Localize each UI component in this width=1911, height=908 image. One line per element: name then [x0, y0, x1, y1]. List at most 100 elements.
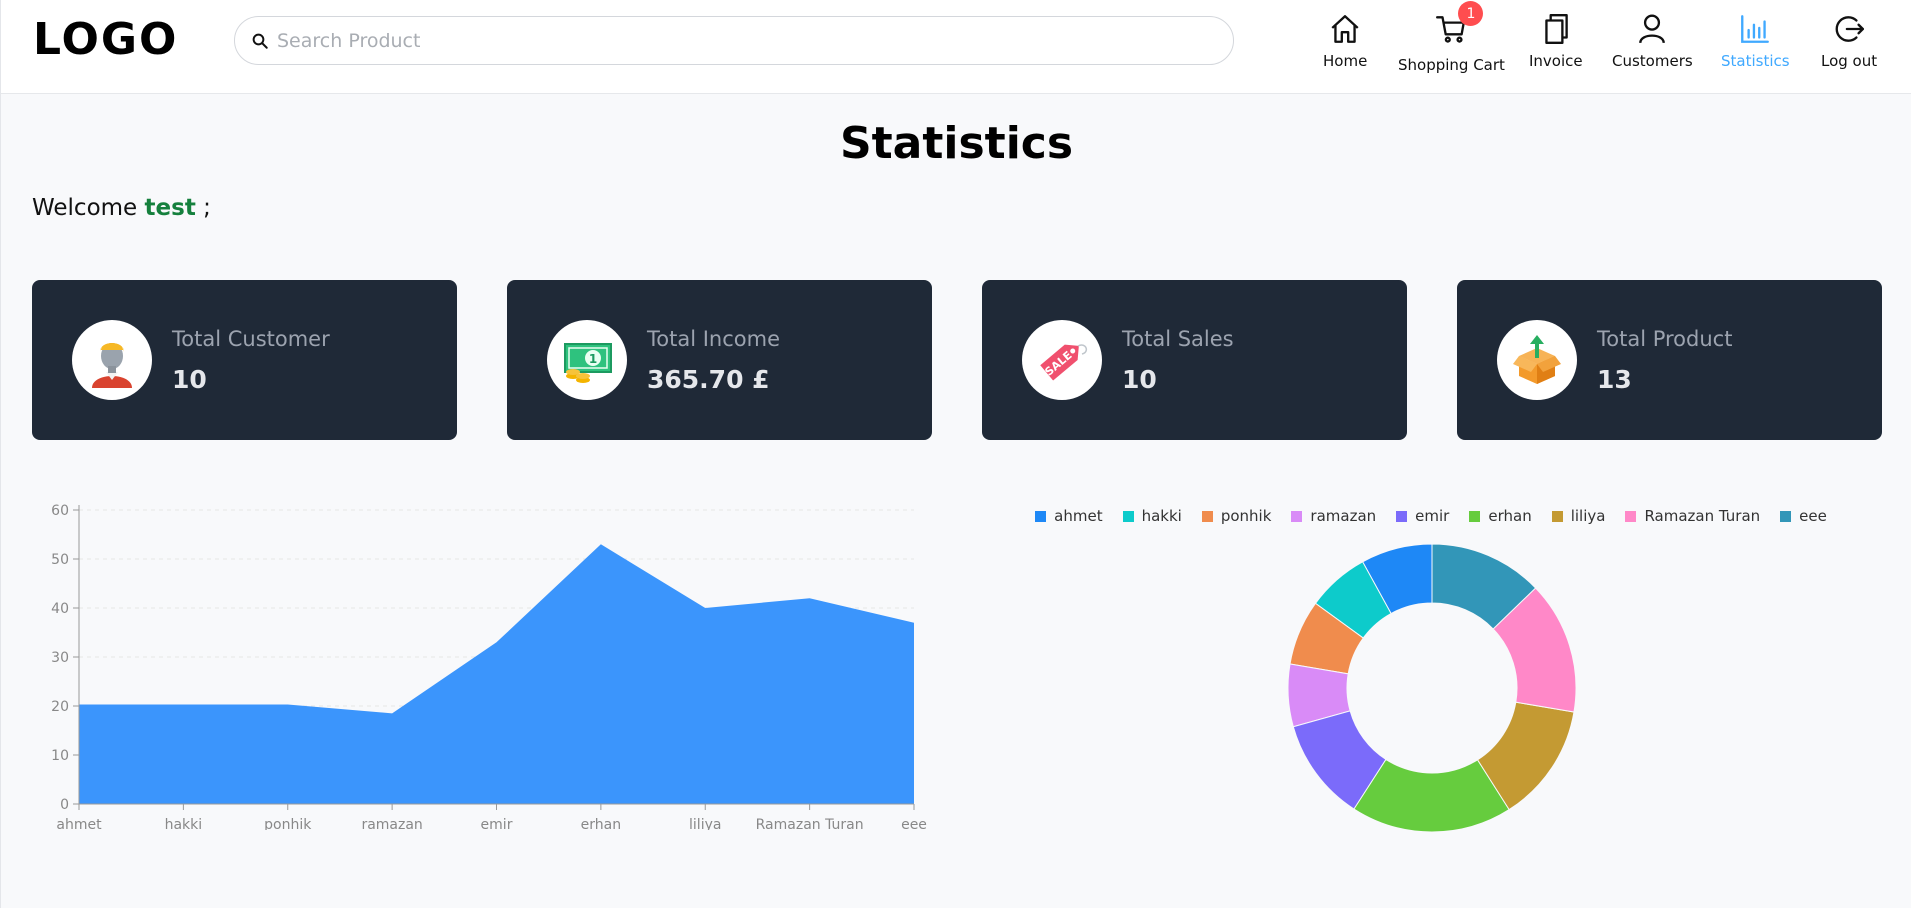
legend-item[interactable]: Ramazan Turan — [1625, 507, 1760, 525]
legend-swatch — [1625, 510, 1637, 522]
invoice-icon — [1545, 14, 1568, 44]
cart-icon-wrapper: 1 — [1434, 1, 1484, 56]
y-tick-label: 50 — [51, 552, 69, 568]
legend-swatch — [1122, 510, 1134, 522]
legend-swatch — [1396, 510, 1408, 522]
logout-icon — [1835, 16, 1865, 42]
legend-item[interactable]: eee — [1780, 507, 1827, 525]
top-header: LOGO Home 1 Shopping Cart Invoice Custom… — [1, 0, 1911, 94]
x-tick-label: emir — [481, 817, 513, 830]
legend-label: eee — [1799, 507, 1827, 525]
x-tick-label: Ramazan Turan — [756, 817, 864, 830]
bar-chart-icon — [1741, 15, 1770, 43]
card-label: Total Product — [1597, 326, 1733, 351]
legend-item[interactable]: ahmet — [1035, 507, 1103, 525]
nav-statistics-label: Statistics — [1721, 52, 1790, 70]
nav-logout[interactable]: Log out — [1821, 12, 1877, 70]
money-icon: 1 — [564, 343, 612, 383]
legend-swatch — [1201, 510, 1213, 522]
pie-chart-svg — [1287, 543, 1577, 833]
y-tick-label: 30 — [51, 650, 69, 666]
customer-icon-circle — [72, 320, 152, 400]
area-series — [79, 544, 914, 804]
x-tick-label: liliya — [689, 817, 721, 830]
legend-label: hakki — [1141, 507, 1182, 525]
logo[interactable]: LOGO — [33, 14, 178, 65]
nav-statistics[interactable]: Statistics — [1721, 12, 1790, 70]
legend-item[interactable]: erhan — [1469, 507, 1532, 525]
welcome-username: test — [144, 195, 196, 221]
search-bar[interactable] — [234, 16, 1234, 65]
legend-label: ramazan — [1310, 507, 1377, 525]
area-chart-svg: 0 10 20 30 40 50 60 ahmet hakki ponhik ramazan emir… — [51, 503, 927, 833]
x-tick-label: ahmet — [56, 817, 102, 830]
legend-swatch — [1551, 510, 1563, 522]
card-value: 10 — [172, 364, 207, 394]
nav-customers-label: Customers — [1612, 52, 1693, 70]
y-tick-label: 0 — [60, 797, 69, 813]
area-chart: 0 10 20 30 40 50 60 ahmet hakki ponhik ramazan emir… — [31, 490, 931, 833]
search-icon — [252, 33, 268, 49]
legend-label: ponhik — [1220, 507, 1272, 525]
card-label: Total Sales — [1122, 326, 1234, 351]
y-tick-label: 60 — [51, 503, 69, 519]
nav-home-label: Home — [1323, 52, 1368, 70]
nav-home[interactable]: Home — [1323, 12, 1367, 70]
stat-card-total-customer: Total Customer 10 — [32, 280, 457, 440]
x-tick-label: eee — [901, 817, 927, 830]
legend-item[interactable]: ramazan — [1291, 507, 1376, 525]
legend-item[interactable]: hakki — [1122, 507, 1182, 525]
y-tick-label: 10 — [51, 748, 69, 764]
cart-badge: 1 — [1458, 1, 1484, 26]
pie-chart: ahmet hakki ponhik ramazan emir erhan liliya Ra… — [981, 495, 1881, 840]
sale-tag-icon-circle: SALE — [1022, 320, 1102, 400]
welcome-suffix: ; — [203, 195, 211, 221]
welcome-message: Welcome test ; — [32, 195, 211, 221]
card-label: Total Customer — [172, 326, 330, 351]
pie-legend: ahmet hakki ponhik ramazan emir erhan liliya Ra… — [981, 507, 1881, 525]
legend-item[interactable]: ponhik — [1201, 507, 1272, 525]
card-label: Total Income — [647, 326, 780, 351]
legend-label: Ramazan Turan — [1644, 507, 1761, 525]
x-tick-label: ramazan — [361, 817, 422, 830]
stat-card-total-sales: SALE Total Sales 10 — [982, 280, 1407, 440]
svg-text:1: 1 — [589, 352, 597, 366]
legend-swatch — [1291, 510, 1303, 522]
legend-swatch — [1780, 510, 1792, 522]
sale-tag-icon: SALE — [1040, 344, 1088, 381]
nav-logout-label: Log out — [1821, 52, 1878, 70]
card-value: 10 — [1122, 364, 1157, 394]
stat-card-total-income: 1 Total Income 365.70 £ — [507, 280, 932, 440]
nav-shopping-cart[interactable]: 1 Shopping Cart — [1398, 1, 1505, 74]
y-tick-label: 40 — [51, 601, 69, 617]
nav-invoice-label: Invoice — [1529, 52, 1583, 70]
page-title: Statistics — [839, 118, 1074, 169]
legend-label: emir — [1415, 507, 1450, 525]
user-icon — [1639, 14, 1666, 44]
product-box-icon — [1513, 335, 1561, 384]
app-frame: LOGO Home 1 Shopping Cart Invoice Custom… — [0, 0, 1911, 908]
welcome-prefix: Welcome — [32, 195, 138, 221]
search-input[interactable] — [277, 29, 1177, 52]
money-icon-circle: 1 — [547, 320, 627, 400]
x-tick-label: hakki — [165, 817, 203, 830]
customer-icon — [92, 343, 132, 388]
legend-label: liliya — [1570, 507, 1606, 525]
legend-item[interactable]: emir — [1396, 507, 1449, 525]
stat-card-total-product: Total Product 13 — [1457, 280, 1882, 440]
nav-invoice[interactable]: Invoice — [1529, 12, 1583, 70]
legend-label: erhan — [1488, 507, 1532, 525]
legend-item[interactable]: liliya — [1551, 507, 1606, 525]
legend-swatch — [1469, 510, 1481, 522]
home-icon — [1331, 15, 1359, 43]
legend-label: ahmet — [1054, 507, 1103, 525]
card-value: 365.70 £ — [647, 364, 770, 394]
nav-shopping-cart-label: Shopping Cart — [1398, 56, 1505, 74]
x-tick-label: ponhik — [264, 817, 312, 830]
product-box-icon-circle — [1497, 320, 1577, 400]
legend-swatch — [1035, 510, 1047, 522]
card-value: 13 — [1597, 364, 1632, 394]
y-tick-label: 20 — [51, 699, 69, 715]
x-tick-label: erhan — [581, 817, 621, 830]
nav-customers[interactable]: Customers — [1612, 12, 1693, 70]
